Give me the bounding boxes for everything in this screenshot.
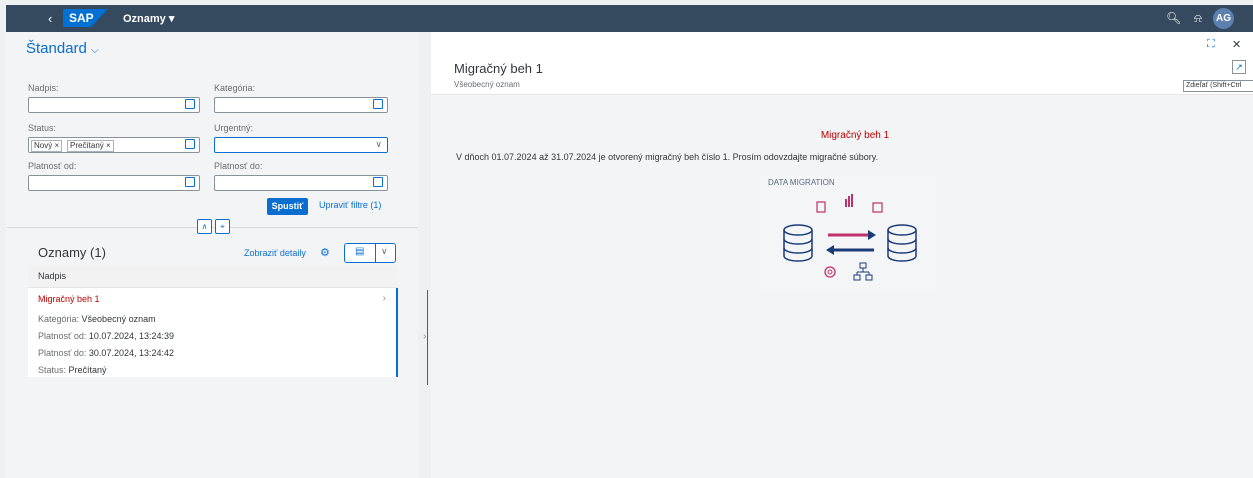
- urgent-filter-label: Urgentný:: [214, 123, 254, 133]
- column-header: Nadpis: [28, 265, 398, 288]
- chevron-right-icon: ›: [382, 293, 386, 304]
- calendar-icon[interactable]: [185, 177, 195, 187]
- valid-to-label: Platnosť do:: [214, 161, 263, 171]
- value-help-icon[interactable]: [373, 99, 383, 109]
- sap-logo[interactable]: SAP: [63, 9, 108, 27]
- data-migration-image: DATA MIGRATION: [760, 174, 940, 294]
- item-status: Status: Prečítaný: [38, 365, 107, 375]
- calendar-icon[interactable]: [373, 177, 383, 187]
- table-icon: ▤: [355, 246, 365, 257]
- title-filter-label: Nadpis:: [28, 83, 59, 93]
- header-divider: [7, 227, 418, 228]
- resizer-line: [427, 345, 428, 385]
- content-text: V dňoch 01.07.2024 až 31.07.2024 je otvo…: [456, 152, 879, 162]
- item-valid-from: Platnosť od: 10.07.2024, 13:24:39: [38, 331, 174, 341]
- collapse-header-button[interactable]: ∧: [197, 219, 212, 234]
- value-help-icon[interactable]: [185, 99, 195, 109]
- content-title: Migračný beh 1: [820, 130, 890, 141]
- urgent-filter-select[interactable]: ∨: [214, 137, 388, 153]
- adapt-filters-link[interactable]: Upraviť filtre (1): [319, 200, 381, 210]
- split-resizer[interactable]: [424, 32, 431, 478]
- share-tooltip: Zdieľať (Shift+Ctrl: [1183, 80, 1253, 92]
- settings-gear-icon[interactable]: ⚙: [320, 246, 330, 259]
- column-header-title: Nadpis: [38, 271, 67, 281]
- app-title-menu[interactable]: Oznamy ▾: [123, 12, 174, 25]
- valid-to-input[interactable]: [214, 175, 388, 191]
- valid-from-label: Platnosť od:: [28, 161, 77, 171]
- chevron-down-icon: ⌵: [91, 45, 99, 56]
- chevron-right-icon[interactable]: ›: [423, 331, 426, 342]
- status-token-read[interactable]: Prečítaný ×: [67, 140, 114, 152]
- status-filter-label: Status:: [28, 123, 57, 133]
- valid-from-input[interactable]: [28, 175, 200, 191]
- list-title: Oznamy (1): [38, 245, 106, 260]
- show-details-link[interactable]: Zobraziť detaily: [244, 248, 306, 258]
- bell-icon[interactable]: ⍾: [1194, 11, 1202, 26]
- svg-text:SAP: SAP: [69, 11, 94, 25]
- variant-selector[interactable]: Štandard ⌵: [26, 40, 99, 57]
- category-filter-label: Kategória:: [214, 83, 256, 93]
- go-button[interactable]: Spustiť: [267, 198, 308, 215]
- data-migration-illustration: [783, 194, 917, 281]
- list-item-title: Migračný beh 1: [38, 294, 100, 304]
- category-filter-input[interactable]: [214, 97, 388, 113]
- chevron-down-icon: ∨: [381, 246, 388, 256]
- share-icon[interactable]: ↗: [1232, 60, 1246, 74]
- table-view-menu-button[interactable]: ▤ ∨: [344, 243, 396, 263]
- item-valid-to: Platnosť do: 30.07.2024, 13:24:42: [38, 348, 174, 358]
- status-token-new[interactable]: Nový ×: [31, 140, 63, 152]
- detail-title: Migračný beh 1: [454, 61, 543, 76]
- pin-header-button[interactable]: ⌖: [215, 219, 230, 234]
- back-icon[interactable]: ‹: [48, 11, 52, 26]
- item-category: Kategória: Všeobecný oznam: [38, 314, 156, 324]
- fullscreen-icon[interactable]: ⛶: [1207, 38, 1215, 51]
- detail-header: [431, 32, 1253, 95]
- value-help-icon[interactable]: [185, 139, 195, 149]
- status-filter-input[interactable]: Nový × Prečítaný ×: [28, 137, 200, 153]
- list-item[interactable]: Migračný beh 1 › Kategória: Všeobecný oz…: [28, 288, 398, 377]
- close-icon[interactable]: ✕: [1232, 38, 1241, 51]
- search-icon[interactable]: 🔍︎: [1166, 11, 1181, 25]
- chevron-down-icon: ∨: [375, 139, 382, 149]
- shell-bar: ‹ SAP Oznamy ▾ 🔍︎ ⍾ AG: [6, 5, 1253, 32]
- title-filter-input[interactable]: [28, 97, 200, 113]
- user-avatar[interactable]: AG: [1213, 8, 1234, 29]
- detail-subtitle: Všeobecný oznam: [454, 80, 520, 89]
